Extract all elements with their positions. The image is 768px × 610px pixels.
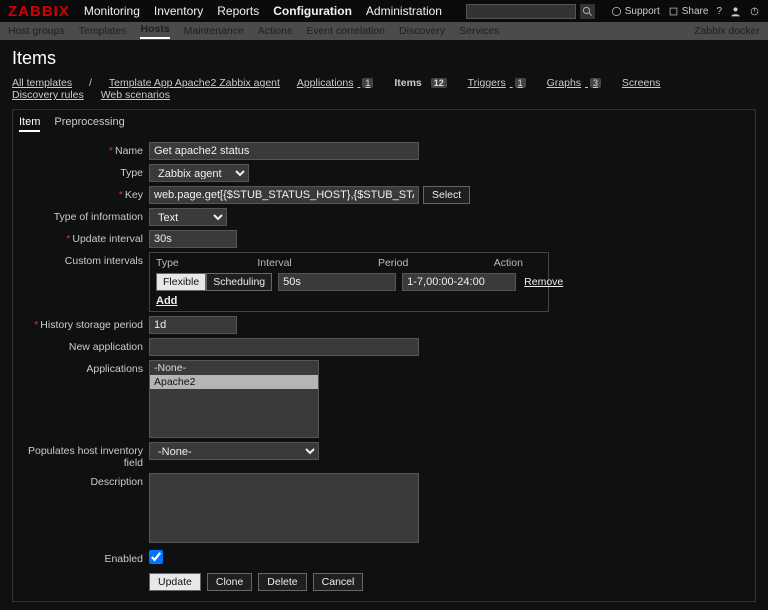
label-typeinfo: Type of information (19, 208, 149, 223)
app-option-apache2[interactable]: Apache2 (150, 375, 318, 389)
crumb-triggers[interactable]: Triggers 1 (468, 77, 530, 89)
subnav-discovery[interactable]: Discovery (399, 25, 445, 37)
newapp-input[interactable] (149, 338, 419, 356)
crumb-webscenarios[interactable]: Web scenarios (101, 89, 170, 101)
ci-hdr-interval: Interval (257, 257, 378, 269)
ci-hdr-action: Action (494, 257, 542, 269)
name-input[interactable] (149, 142, 419, 160)
label-hostinv: Populates host inventory field (19, 442, 149, 469)
crumb-items: Items 12 (394, 77, 450, 89)
share-icon (668, 5, 680, 17)
ci-period-input[interactable] (402, 273, 516, 291)
nav-administration[interactable]: Administration (366, 4, 442, 18)
cancel-button[interactable]: Cancel (313, 573, 364, 591)
ci-hdr-type: Type (156, 257, 257, 269)
label-newapp: New application (19, 338, 149, 353)
crumb-alltemplates[interactable]: All templates (12, 77, 72, 89)
brand-logo: ZABBIX (8, 3, 70, 20)
ci-interval-input[interactable] (278, 273, 396, 291)
app-option-none[interactable]: -None- (150, 361, 318, 375)
tab-item[interactable]: Item (19, 114, 40, 132)
support-link[interactable]: Support (611, 5, 660, 17)
updateint-input[interactable] (149, 230, 237, 248)
subnav-maintenance[interactable]: Maintenance (184, 25, 244, 37)
hostinv-select[interactable]: -None- (149, 442, 319, 460)
enabled-checkbox[interactable] (149, 550, 163, 564)
ci-remove-link[interactable]: Remove (524, 276, 563, 288)
label-applications: Applications (19, 360, 149, 375)
crumb-sep: / (89, 77, 92, 89)
tab-preprocessing[interactable]: Preprocessing (54, 114, 124, 132)
nav-monitoring[interactable]: Monitoring (84, 4, 140, 18)
user-icon[interactable] (730, 6, 741, 17)
type-select[interactable]: Zabbix agent (149, 164, 249, 182)
label-key: *Key (19, 186, 149, 201)
clone-button[interactable]: Clone (207, 573, 252, 591)
subnav-services[interactable]: Services (459, 25, 499, 37)
custom-intervals-table: Type Interval Period Action Flexible Sch… (149, 252, 549, 312)
update-button[interactable]: Update (149, 573, 201, 591)
crumb-applications[interactable]: Applications 1 (297, 77, 378, 89)
share-link[interactable]: Share (668, 5, 709, 17)
ci-add-link[interactable]: Add (156, 295, 177, 307)
support-label: Support (625, 6, 660, 17)
search-icon[interactable] (580, 4, 595, 19)
key-input[interactable] (149, 186, 419, 204)
crumb-screens[interactable]: Screens (622, 77, 661, 89)
subnav-templates[interactable]: Templates (79, 25, 127, 37)
search-input[interactable] (466, 4, 576, 19)
label-history: *History storage period (19, 316, 149, 331)
nav-reports[interactable]: Reports (217, 4, 259, 18)
subnav-context: Zabbix docker (694, 25, 760, 37)
ci-flexible-button[interactable]: Flexible (156, 273, 206, 291)
crumb-graphs[interactable]: Graphs 3 (547, 77, 605, 89)
crumb-discoveryrules[interactable]: Discovery rules (12, 89, 84, 101)
ci-hdr-period: Period (378, 257, 494, 269)
description-textarea[interactable] (149, 473, 419, 543)
topnav: ZABBIX Monitoring Inventory Reports Conf… (0, 0, 768, 22)
label-customintervals: Custom intervals (19, 252, 149, 267)
label-updateint: *Update interval (19, 230, 149, 245)
history-input[interactable] (149, 316, 237, 334)
subnav-eventcorrelation[interactable]: Event correlation (306, 25, 385, 37)
item-config-box: Item Preprocessing *Name Type Zabbix age… (12, 109, 756, 602)
subnav-actions[interactable]: Actions (258, 25, 292, 37)
delete-button[interactable]: Delete (258, 573, 306, 591)
label-name: *Name (19, 142, 149, 157)
crumb-template[interactable]: Template App Apache2 Zabbix agent (109, 77, 280, 89)
label-type: Type (19, 164, 149, 179)
page-title: Items (12, 48, 756, 69)
applications-listbox[interactable]: -None- Apache2 (149, 360, 319, 438)
label-enabled: Enabled (19, 550, 149, 565)
nav-inventory[interactable]: Inventory (154, 4, 203, 18)
power-icon[interactable] (749, 6, 760, 17)
subnav: Host groups Templates Hosts Maintenance … (0, 22, 768, 40)
breadcrumb: All templates / Template App Apache2 Zab… (12, 77, 756, 101)
help-icon[interactable]: ? (716, 6, 722, 17)
nav-configuration[interactable]: Configuration (273, 4, 352, 18)
ci-scheduling-button[interactable]: Scheduling (206, 273, 272, 291)
share-label: Share (682, 6, 709, 17)
subnav-hostgroups[interactable]: Host groups (8, 25, 65, 37)
support-icon (611, 5, 623, 17)
key-select-button[interactable]: Select (423, 186, 470, 204)
typeinfo-select[interactable]: Text (149, 208, 227, 226)
subnav-hosts[interactable]: Hosts (140, 23, 169, 39)
label-description: Description (19, 473, 149, 488)
